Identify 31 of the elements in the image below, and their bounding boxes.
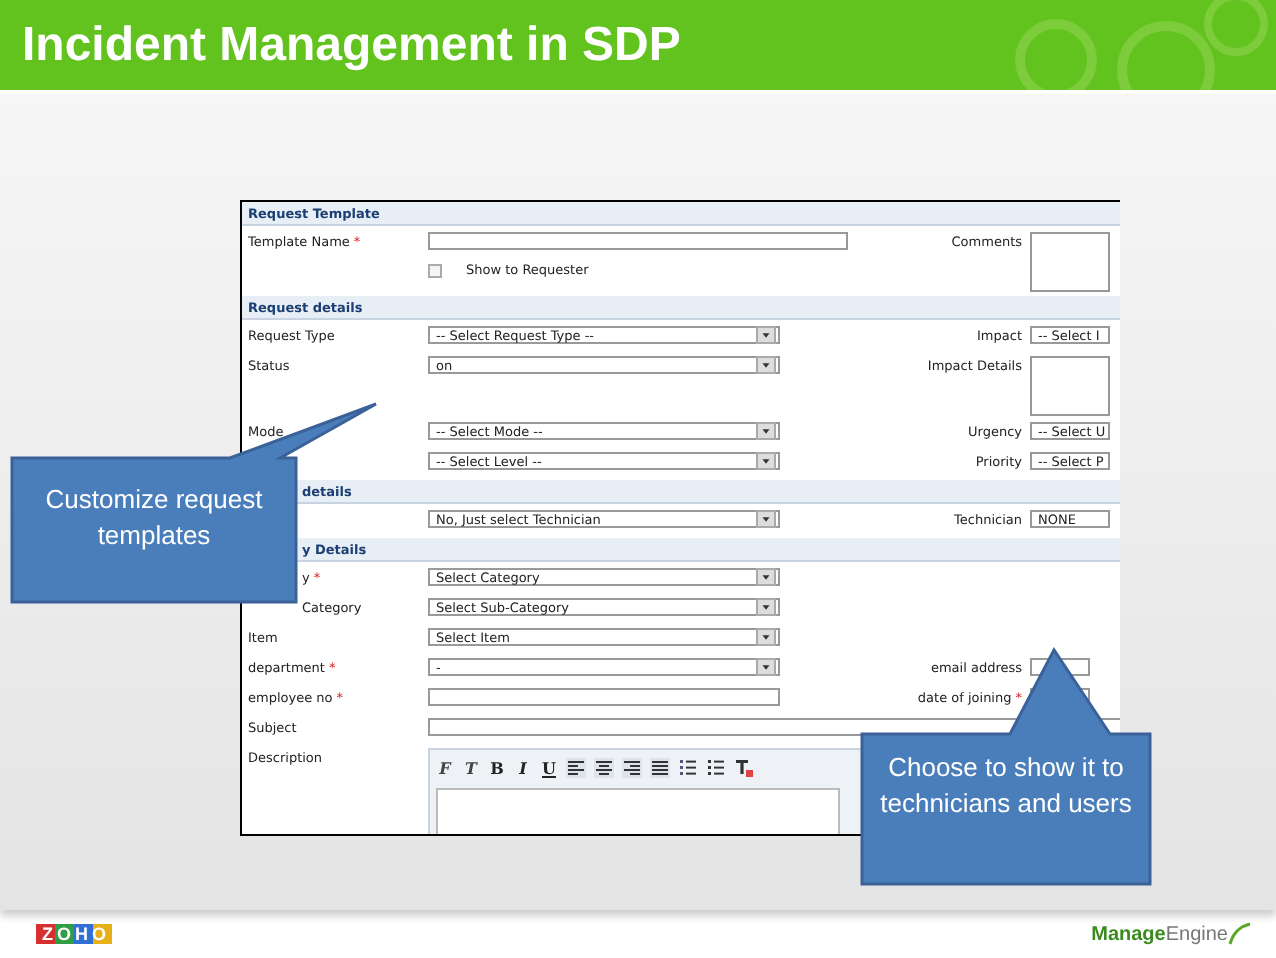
format-button[interactable]: T — [462, 758, 480, 778]
align-right-icon[interactable] — [622, 758, 642, 778]
caret-icon — [756, 628, 776, 646]
checkbox[interactable] — [428, 263, 442, 277]
justify-icon[interactable] — [650, 758, 670, 778]
caret-icon — [756, 326, 776, 344]
callout-text: Customize request templates — [43, 482, 265, 554]
ordered-list-icon[interactable] — [678, 758, 698, 778]
input-field[interactable] — [428, 232, 848, 250]
caret-icon — [756, 510, 776, 528]
format-button[interactable]: F — [436, 758, 454, 778]
caret-icon — [756, 658, 776, 676]
align-center-icon[interactable] — [594, 758, 614, 778]
format-button[interactable]: U — [540, 758, 558, 778]
caret-icon — [756, 568, 776, 586]
text-area[interactable] — [1030, 356, 1110, 416]
caret-icon — [756, 452, 776, 470]
callout-text: Choose to show it to technicians and users — [878, 750, 1134, 822]
caret-icon — [756, 356, 776, 374]
manageengine-logo: ManageEngine — [1091, 922, 1252, 946]
slide-title: Incident Management in SDP — [20, 17, 681, 73]
bullet-list-icon[interactable] — [706, 758, 726, 778]
format-button[interactable]: I — [514, 758, 532, 778]
text-color-icon[interactable] — [734, 758, 754, 778]
caret-icon — [756, 422, 776, 440]
input-field[interactable] — [428, 688, 780, 706]
zoho-logo: ZOHO — [36, 924, 112, 944]
align-left-icon[interactable] — [566, 758, 586, 778]
caret-icon — [756, 598, 776, 616]
format-button[interactable]: B — [488, 758, 506, 778]
text-area[interactable] — [1030, 232, 1110, 292]
